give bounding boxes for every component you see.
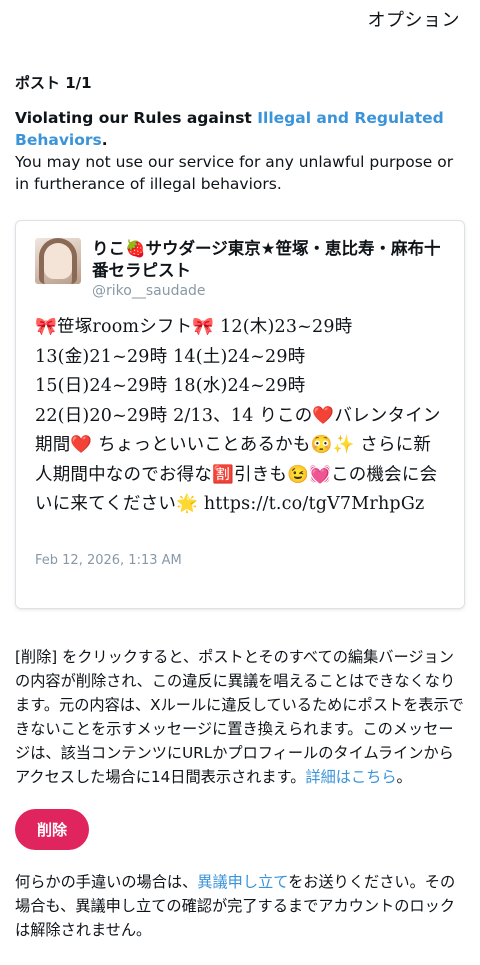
appeal-link[interactable]: 異議申し立て [197, 873, 288, 891]
appeal-prefix: 何らかの手違いの場合は、 [15, 873, 198, 891]
tweet-text: 🎀笹塚roomシフト🎀 12(木)23~29時 13(金)21~29時 14(土… [35, 317, 441, 514]
violation-headline-suffix: . [101, 131, 108, 149]
violation-headline: Violating our Rules against Illegal and … [15, 109, 444, 149]
post-count: ポスト 1/1 [15, 74, 92, 92]
tweet-author: りこ🍓サウダージ東京★笹塚・恵比寿・麻布十番セラピスト @riko__sauda… [35, 238, 444, 299]
author-info: りこ🍓サウダージ東京★笹塚・恵比寿・麻布十番セラピスト @riko__sauda… [92, 238, 452, 299]
violation-headline-prefix: Violating our Rules against [15, 109, 258, 127]
violation-description: You may not use our service for any unla… [15, 153, 454, 193]
learn-more-link[interactable]: 詳細はこちら [305, 768, 396, 786]
appeal-notice: 何らかの手違いの場合は、異議申し立てをお送りください。その場合も、異議申し立ての… [15, 870, 465, 942]
options-button[interactable]: オプション [368, 6, 461, 32]
deletion-notice: [削除] をクリックすると、ポストとそのすべての編集バージョンの内容が削除され、… [15, 645, 465, 789]
tweet-card: りこ🍓サウダージ東京★笹塚・恵比寿・麻布十番セラピスト @riko__sauda… [15, 220, 465, 609]
delete-button[interactable]: 削除 [15, 809, 89, 850]
handle: @riko__saudade [92, 283, 206, 299]
tweet-timestamp: Feb 12, 2026, 1:13 AM [35, 553, 182, 568]
top-bar: オプション [0, 0, 480, 46]
notice-text: [削除] をクリックすると、ポストとそのすべての編集バージョンの内容が削除され、… [15, 648, 464, 786]
notice-suffix: 。 [396, 768, 412, 786]
violation-message: Violating our Rules against Illegal and … [15, 107, 465, 195]
display-name: りこ🍓サウダージ東京★笹塚・恵比寿・麻布十番セラピスト [92, 239, 441, 280]
avatar [35, 238, 81, 284]
